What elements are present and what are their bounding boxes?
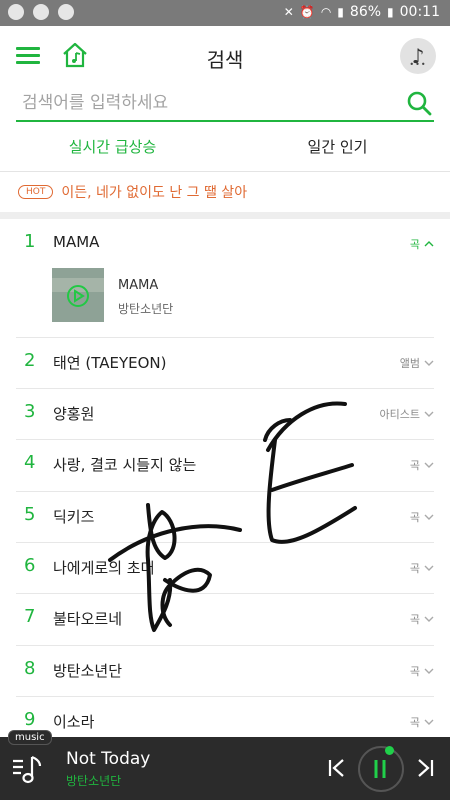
item-name: 이소라	[53, 713, 95, 731]
list-item[interactable]: 7 불타오르네 곡	[16, 594, 434, 646]
battery-percent: 86%	[349, 4, 382, 20]
rank-number: 4	[24, 452, 36, 473]
rank-number: 8	[24, 658, 36, 679]
play-icon[interactable]	[66, 284, 90, 308]
list-item[interactable]: 3 양홍원 아티스트	[16, 389, 434, 440]
chevron-down-icon	[424, 565, 434, 571]
item-name: 불타오르네	[53, 610, 123, 628]
item-type-tag[interactable]: 아티스트	[380, 406, 434, 422]
list-item[interactable]: 9 이소라 곡	[16, 697, 434, 737]
item-type-label: 곡	[409, 716, 420, 729]
tab-daily[interactable]: 일간 인기	[225, 124, 450, 171]
clock: 00:11	[399, 4, 440, 20]
hot-badge: HOT	[18, 185, 54, 199]
status-bar: ✕ ⏰ ◠ ▮ 86% ▮ 00:11	[0, 0, 450, 26]
chevron-down-icon	[424, 462, 434, 468]
progress-dot	[385, 746, 394, 755]
divider	[0, 212, 450, 219]
rank-number: 2	[24, 350, 36, 371]
item-type-label: 곡	[409, 459, 420, 472]
chevron-down-icon	[424, 360, 434, 366]
item-name: MAMA	[53, 233, 100, 251]
list-item[interactable]: 8 방탄소년단 곡	[16, 646, 434, 697]
rank-number: 6	[24, 555, 36, 576]
notification-icon	[58, 4, 74, 20]
screen: ✕ ⏰ ◠ ▮ 86% ▮ 00:11 검색 ♪ ••• 검색어를 입력하세요 …	[0, 0, 450, 800]
item-type-tag[interactable]: 곡	[410, 611, 434, 627]
header: 검색 ♪ •••	[0, 26, 450, 86]
hot-text: 이든, 네가 없이도 난 그 땔 살아	[61, 185, 248, 201]
hot-banner[interactable]: HOT 이든, 네가 없이도 난 그 땔 살아	[0, 172, 450, 212]
mini-player[interactable]: music Not Today 방탄소년단	[0, 730, 450, 800]
search-icon[interactable]	[406, 90, 432, 116]
pause-icon	[374, 760, 386, 778]
pause-button[interactable]	[358, 746, 404, 792]
item-name: 방탄소년단	[53, 662, 123, 680]
item-type-label: 아티스트	[379, 408, 420, 421]
item-name: 양홍원	[53, 405, 95, 423]
item-type-tag[interactable]: 앨범	[400, 355, 434, 371]
rank-number: 3	[24, 401, 36, 422]
list-item[interactable]: 4 사랑, 결코 시들지 않는 곡	[16, 440, 434, 492]
rank-number: 9	[24, 709, 36, 730]
signal-icon: ▮	[337, 5, 344, 19]
rank-number: 1	[24, 231, 36, 252]
chevron-down-icon	[424, 616, 434, 622]
item-type-tag[interactable]: 곡	[410, 236, 434, 252]
chevron-down-icon	[424, 668, 434, 674]
mute-icon: ✕	[283, 5, 294, 19]
item-type-label: 곡	[409, 562, 420, 575]
tab-bar: 실시간 급상승 일간 인기	[0, 124, 450, 172]
expanded-track[interactable]: MAMA 방탄소년단	[52, 268, 434, 326]
notification-icon	[33, 4, 49, 20]
expanded-track-title: MAMA	[118, 278, 159, 293]
list-item[interactable]: 5 딕키즈 곡	[16, 492, 434, 543]
list-item[interactable]: 2 태연 (TAEYEON) 앨범	[16, 338, 434, 389]
search-bar	[16, 86, 434, 122]
rank-number: 5	[24, 504, 36, 525]
dots-icon: •••	[409, 60, 427, 69]
wifi-icon: ◠	[320, 5, 332, 19]
item-type-tag[interactable]: 곡	[410, 457, 434, 473]
item-type-label: 곡	[409, 665, 420, 678]
music-chip: music	[8, 730, 52, 745]
battery-icon: ▮	[387, 5, 394, 19]
music-note-button[interactable]: ♪ •••	[400, 38, 436, 74]
chevron-down-icon	[424, 411, 434, 417]
now-playing-artist: 방탄소년단	[66, 774, 122, 788]
chevron-up-icon	[424, 241, 434, 247]
rank-number: 7	[24, 606, 36, 627]
search-input[interactable]	[22, 88, 382, 118]
page-title: 검색	[206, 48, 244, 72]
alarm-icon: ⏰	[299, 5, 315, 19]
item-type-tag[interactable]: 곡	[410, 560, 434, 576]
list-item[interactable]: 6 나에게로의 초대 곡	[16, 543, 434, 594]
item-type-tag[interactable]: 곡	[410, 509, 434, 525]
item-type-label: 곡	[409, 613, 420, 626]
expanded-track-artist: 방탄소년단	[118, 302, 174, 316]
item-name: 사랑, 결코 시들지 않는	[53, 456, 197, 474]
item-type-label: 곡	[409, 238, 420, 251]
notification-icons	[8, 4, 74, 20]
previous-icon[interactable]	[326, 757, 348, 779]
item-type-label: 앨범	[399, 357, 420, 370]
album-thumbnail	[52, 268, 104, 322]
item-name: 딕키즈	[53, 508, 95, 526]
status-right: ✕ ⏰ ◠ ▮ 86% ▮ 00:11	[284, 4, 440, 20]
item-type-label: 곡	[409, 511, 420, 524]
now-playing-title: Not Today	[66, 749, 151, 769]
tab-realtime[interactable]: 실시간 급상승	[0, 124, 225, 171]
chevron-down-icon	[424, 719, 434, 725]
item-name: 나에게로의 초대	[53, 559, 155, 577]
playlist-icon[interactable]	[10, 751, 46, 787]
item-type-tag[interactable]: 곡	[410, 663, 434, 679]
next-icon[interactable]	[414, 757, 436, 779]
item-type-tag[interactable]: 곡	[410, 714, 434, 730]
notification-icon	[8, 4, 24, 20]
item-name: 태연 (TAEYEON)	[53, 354, 167, 372]
chevron-down-icon	[424, 514, 434, 520]
